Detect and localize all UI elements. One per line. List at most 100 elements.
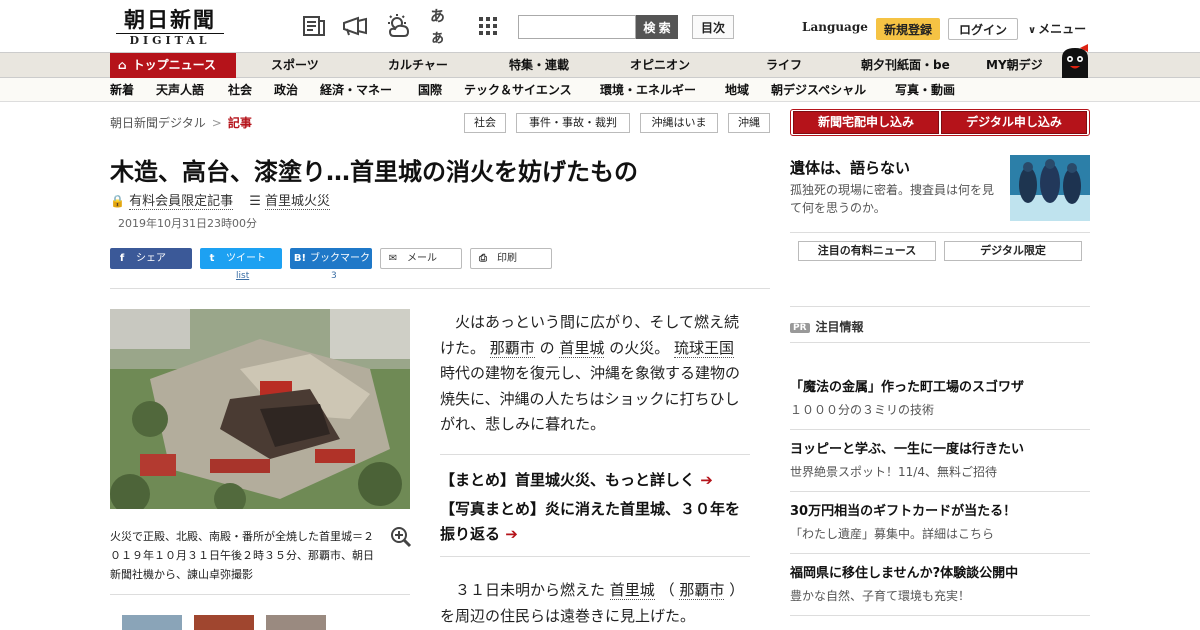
facebook-share-button[interactable]: f シェア [110,248,192,269]
feature-image[interactable] [1010,155,1090,221]
login-button[interactable]: ログイン [948,18,1018,40]
article-meta: 🔒 有料会員限定記事 ☰ 首里城火災 [110,190,331,210]
keyword-link[interactable]: 首里城 [609,581,655,600]
secondary-nav: 新着 天声人語 社会 政治 経済・マネー 国際 テック＆サイエンス 環境・エネル… [0,78,1200,102]
twitter-icon: t [209,253,215,264]
newspaper-icon[interactable] [301,14,327,38]
arrow-right-icon: ➔ [505,525,518,543]
pr-item[interactable]: 「魔法の金属」作った町工場のスゴワザ １０００分の３ミリの技術 [790,379,1090,419]
menu-button[interactable]: ∨ メニュー [1028,20,1086,37]
feature-title[interactable]: 遺体は、語らない [790,157,910,178]
nav-my-asadigi[interactable]: MY朝デジ [986,53,1043,78]
digital-subscribe-button[interactable]: デジタル申し込み [941,111,1087,134]
index-button[interactable]: 目次 [692,15,734,39]
article-photo[interactable] [110,309,410,509]
nav-paper[interactable]: 朝夕刊紙面・be [861,53,950,78]
series-link[interactable]: 首里城火災 [265,194,331,210]
lead-text: の火災。 [609,338,670,357]
print-button[interactable]: ⎙ 印刷 [470,248,552,269]
search-button[interactable]: 検 索 [636,15,678,39]
members-only-label[interactable]: 有料会員限定記事 [129,194,234,210]
divider [790,306,1090,307]
newspaper-subscribe-button[interactable]: 新聞宅配申し込み [793,111,939,134]
nav-opinion[interactable]: オピニオン [630,53,690,78]
pr-item-sub: 世界絶景スポット！11/4、無料ご招待 [790,465,997,479]
tweet-button[interactable]: t ツイート [200,248,282,269]
zoom-icon[interactable] [390,526,412,548]
nav-sports[interactable]: スポーツ [271,53,319,78]
language-link[interactable]: Language [802,20,868,34]
facebook-icon: f [119,253,125,264]
related-link-photos[interactable]: 【写真まとめ】炎に消えた首里城、３０年を振り返る ➔ [440,497,752,547]
divider [790,342,1090,343]
register-button[interactable]: 新規登録 [876,18,940,40]
nav-life[interactable]: ライフ [766,53,802,78]
lock-icon: 🔒 [110,194,125,208]
search-input[interactable] [518,15,636,39]
tag-okinawa-now[interactable]: 沖縄はいま [640,113,718,133]
nav2-economy[interactable]: 経済・マネー [320,78,392,101]
breadcrumb-separator: > [211,116,222,130]
divider [790,429,1090,430]
thumbnail-image[interactable] [194,615,254,630]
thumbnail-image[interactable] [122,615,182,630]
keyword-link[interactable]: 首里城 [559,338,605,358]
megaphone-icon[interactable] [342,14,368,38]
tag-society[interactable]: 社会 [464,113,506,133]
tweet-count-link[interactable]: list [236,271,249,281]
nav2-international[interactable]: 国際 [418,78,442,101]
mail-button[interactable]: ✉ メール [380,248,462,269]
hatena-label: ブックマーク [310,253,370,264]
divider [110,594,410,595]
thumbnail-image[interactable] [266,615,326,630]
pr-label: 注目情報 [815,320,864,334]
nav-culture[interactable]: カルチャー [388,53,448,78]
nav2-local[interactable]: 地域 [725,78,749,101]
hatena-bookmark-button[interactable]: B! ブックマーク [290,248,372,269]
nav2-new[interactable]: 新着 [110,78,134,101]
tag-okinawa[interactable]: 沖縄 [728,113,770,133]
divider [790,553,1090,554]
apps-grid-icon[interactable] [475,14,501,38]
bookmark-count[interactable]: 3 [331,271,337,281]
photo-caption: 火災で正殿、北殿、南殿・番所が全焼した首里城＝２０１９年１０月３１日午後２時３５… [110,530,374,581]
site-logo[interactable]: 朝日新聞 DIGITAL [112,8,228,47]
breadcrumb: 朝日新聞デジタル > 記事 [110,114,252,131]
pr-item[interactable]: ヨッピーと学ぶ、一生に一度は行きたい 世界絶景スポット！11/4、無料ご招待 [790,441,1090,481]
nav2-politics[interactable]: 政治 [274,78,298,101]
keyword-link[interactable]: 那覇市 [489,338,535,358]
font-size-icon[interactable]: あぁ [430,7,456,46]
article-body: ３１日未明から燃えた 首里城 （ 那覇市 ）を周辺の住民らは遠巻きに見上げた。 [440,578,752,629]
nav2-tech[interactable]: テック＆サイエンス [464,78,572,101]
pr-item-sub: １０００分の３ミリの技術 [790,403,935,417]
keyword-link[interactable]: 那覇市 [679,581,725,600]
nav2-environment[interactable]: 環境・エネルギー [600,78,696,101]
pr-item[interactable]: 福岡県に移住しませんか?体験談公開中 豊かな自然、子育て環境も充実！ [790,565,1090,605]
pr-item-sub: 「わたし遺産」募集中。詳細はこちら [790,527,995,541]
tag-incident[interactable]: 事件・事故・裁判 [516,113,630,133]
pr-heading: PR 注目情報 [790,318,864,335]
pr-item-sub: 豊かな自然、子育て環境も充実！ [790,589,971,603]
pr-item-title: 福岡県に移住しませんか?体験談公開中 [790,566,1019,581]
page: 朝日新聞 DIGITAL あぁ 検 索 目次 Language 新規登録 ログイ… [0,0,1200,630]
pr-item[interactable]: 30万円相当のギフトカードが当たる！ 「わたし遺産」募集中。詳細はこちら [790,503,1090,543]
pr-item-title: ヨッピーと学ぶ、一生に一度は行きたい [790,442,1025,457]
breadcrumb-home[interactable]: 朝日新聞デジタル [110,116,206,130]
nav2-society[interactable]: 社会 [228,78,252,101]
menu-label: メニュー [1038,22,1087,36]
body-text: （ [659,581,675,599]
related-link-summary[interactable]: 【まとめ】首里城火災、もっと詳しく ➔ [440,468,752,493]
nav2-tensei[interactable]: 天声人語 [156,78,204,101]
mascot-icon[interactable] [1058,44,1092,78]
publish-date: 2019年10月31日23時00分 [118,217,257,230]
print-label: 印刷 [497,253,517,264]
nav-features[interactable]: 特集・連載 [509,53,569,78]
pr-item-title: 30万円相当のギフトカードが当たる！ [790,504,1017,519]
nav2-photo[interactable]: 写真・動画 [895,78,955,101]
nav-top-news[interactable]: ⌂ トップニュース [110,53,236,78]
nav2-special[interactable]: 朝デジスペシャル [771,78,866,101]
weather-icon[interactable] [386,14,412,38]
keyword-link[interactable]: 琉球王国 [673,338,734,358]
premium-news-button[interactable]: 注目の有料ニュース [798,241,936,261]
digital-only-button[interactable]: デジタル限定 [944,241,1082,261]
